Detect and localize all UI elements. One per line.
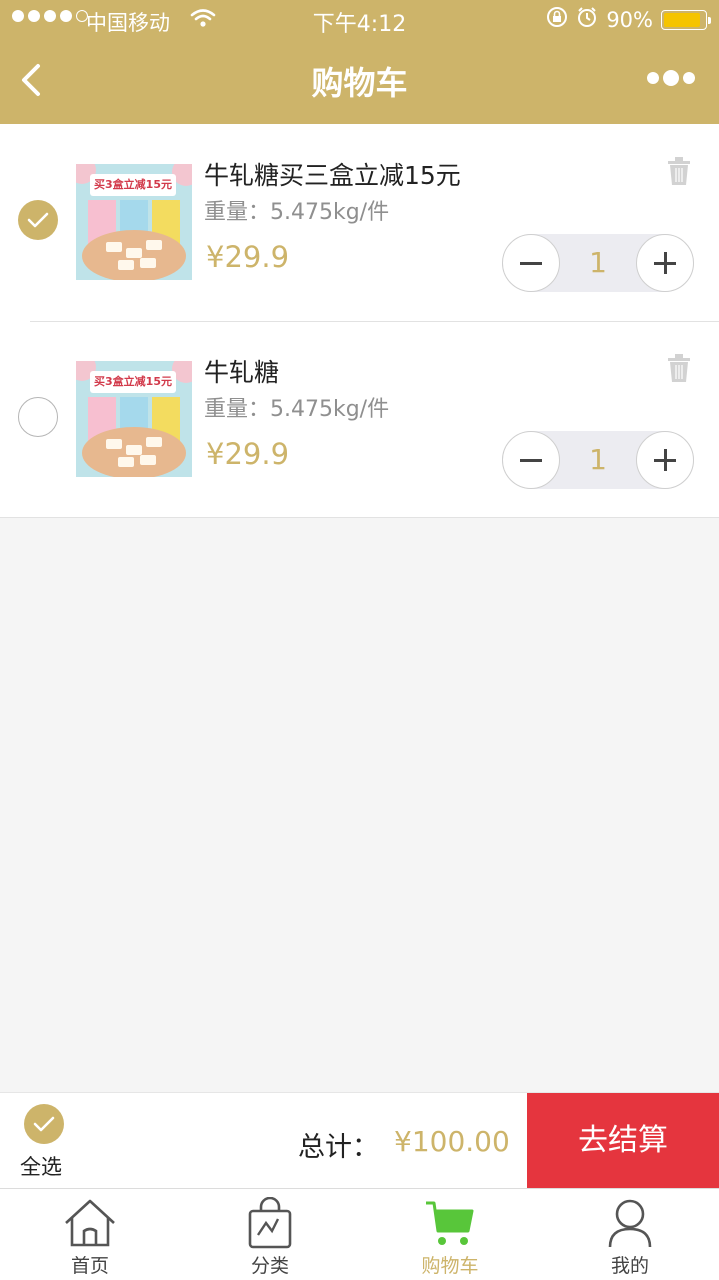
product-thumbnail[interactable]: 买3盒立减15元 [76,164,192,280]
tab-cart[interactable]: 购物车 [360,1189,540,1280]
tab-label: 首页 [70,1255,109,1277]
page-title: 购物车 [311,64,408,102]
trash-icon [668,157,690,185]
thumbnail-banner: 买3盒立减15元 [90,174,176,196]
header: 中国移动 下午4:12 90% 购物车 [0,0,719,124]
user-icon [608,1199,652,1248]
tab-label: 我的 [610,1255,649,1277]
cart-icon [426,1201,474,1245]
increase-button[interactable] [636,234,694,292]
item-checkbox[interactable] [18,200,58,240]
cart-list: 买3盒立减15元 牛轧糖买三盒立减15元 重量：5.475kg/件 ¥29.9 [0,124,719,518]
total-label: 总计： [298,1132,379,1163]
thumbnail-banner: 买3盒立减15元 [90,371,176,393]
shopping-bag-icon [248,1197,292,1249]
tab-label: 分类 [250,1255,289,1277]
battery-percent: 90% [606,7,653,32]
status-bar: 中国移动 下午4:12 90% [0,0,719,40]
select-all-checkbox[interactable] [24,1104,64,1144]
tab-home[interactable]: 首页 [0,1189,180,1280]
trash-icon [668,354,690,382]
product-price: ¥29.9 [206,240,290,274]
nav-bar: 购物车 [0,40,719,124]
more-button[interactable] [647,70,695,86]
status-right: 90% [546,6,711,33]
cart-screen: 中国移动 下午4:12 90% 购物车 买3盒立减15元 牛轧糖买三盒立减15元… [0,0,719,1280]
decrease-button[interactable] [502,431,560,489]
product-name[interactable]: 牛轧糖买三盒立减15元 [204,156,461,192]
product-weight: 重量：5.475kg/件 [204,397,390,422]
quantity-value[interactable]: 1 [560,443,636,476]
tab-label: 购物车 [421,1255,479,1277]
product-price: ¥29.9 [206,437,290,471]
select-all-label[interactable]: 全选 [20,1151,62,1181]
tab-bar: 首页 分类 购物车 我的 [0,1188,719,1280]
quantity-stepper: 1 [502,234,694,292]
quantity-value[interactable]: 1 [560,246,636,279]
check-icon [27,212,49,228]
increase-button[interactable] [636,431,694,489]
delete-button[interactable] [666,156,692,190]
quantity-stepper: 1 [502,431,694,489]
tab-profile[interactable]: 我的 [540,1189,719,1280]
decrease-button[interactable] [502,234,560,292]
checkout-button[interactable]: 去结算 [527,1093,719,1189]
cart-item: 买3盒立减15元 牛轧糖 重量：5.475kg/件 ¥29.9 1 [0,321,719,518]
product-weight: 重量：5.475kg/件 [204,200,390,225]
product-name[interactable]: 牛轧糖 [204,353,279,389]
total-value: ¥100.00 [394,1125,510,1158]
delete-button[interactable] [666,353,692,387]
alarm-icon [576,6,598,33]
home-icon [65,1199,115,1247]
cart-item: 买3盒立减15元 牛轧糖买三盒立减15元 重量：5.475kg/件 ¥29.9 [0,124,719,321]
item-checkbox[interactable] [18,397,58,437]
rotation-lock-icon [546,6,568,33]
battery-icon [661,9,711,30]
product-thumbnail[interactable]: 买3盒立减15元 [76,361,192,477]
tab-category[interactable]: 分类 [180,1189,360,1280]
checkout-bar: 全选 总计： ¥100.00 去结算 [0,1092,719,1189]
check-icon [33,1116,55,1132]
